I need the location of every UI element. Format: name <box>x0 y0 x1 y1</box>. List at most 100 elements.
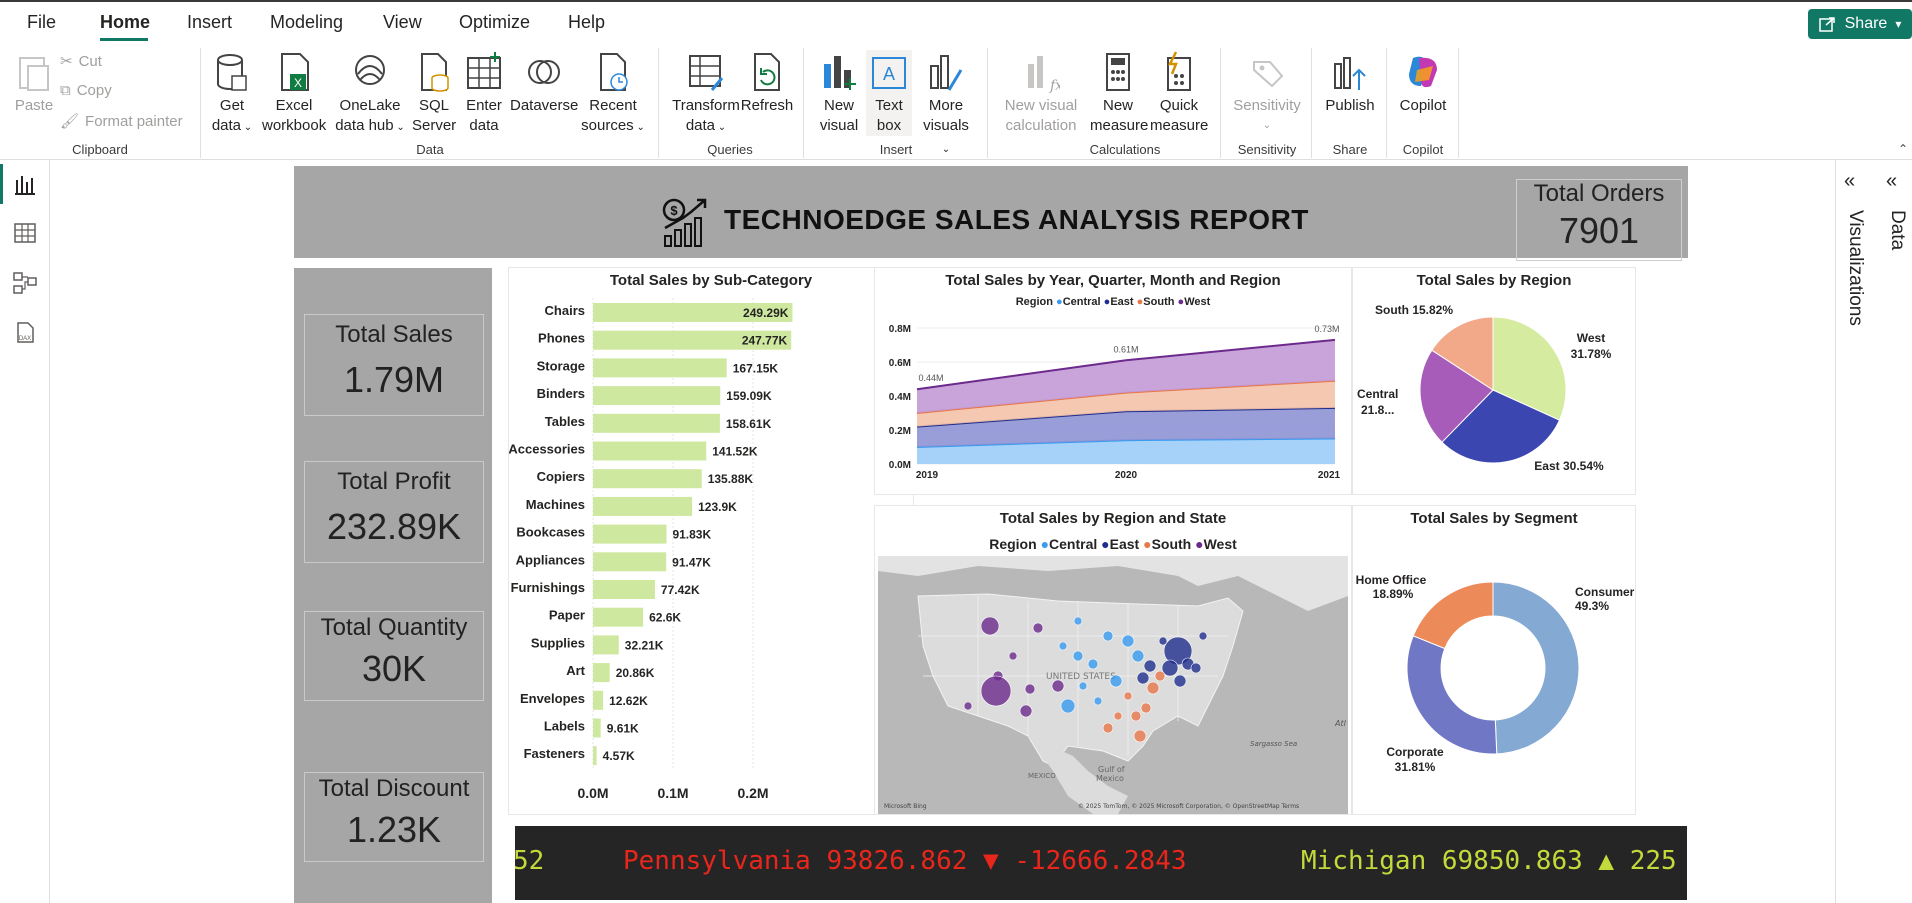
category-label: Supplies <box>531 635 585 650</box>
more-visuals-icon <box>930 55 963 91</box>
data-pane-tab[interactable]: Data <box>1886 210 1908 250</box>
x-tick-label: 2019 <box>916 470 939 481</box>
total-sales-card[interactable]: Total Sales 1.79M <box>304 314 484 416</box>
y-tick-label: 0.8M <box>889 324 911 335</box>
model-view-icon[interactable] <box>12 270 38 296</box>
cut-button[interactable]: ✂ Cut <box>60 52 102 70</box>
data-label: 91.47K <box>672 555 711 569</box>
transform-label-2: data ⌄ <box>685 117 727 134</box>
map-bubble <box>1146 681 1160 695</box>
new-measure-button[interactable]: New measure <box>1090 50 1148 136</box>
dataverse-button[interactable]: Dataverse <box>510 50 578 116</box>
menu-help[interactable]: Help <box>568 12 605 33</box>
excel-workbook-button[interactable]: X Excel workbook <box>262 50 326 136</box>
menu-optimize[interactable]: Optimize <box>459 12 530 33</box>
group-calculations: Calculations <box>1089 142 1161 157</box>
menu-view[interactable]: View <box>383 12 422 33</box>
new-visual-button[interactable]: New visual <box>814 50 864 136</box>
report-view-icon[interactable] <box>12 172 38 198</box>
bar <box>593 580 655 599</box>
menu-modeling[interactable]: Modeling <box>270 12 343 33</box>
kpi-band: Total Sales 1.79M Total Profit 232.89K T… <box>294 268 492 903</box>
group-copilot: Copilot <box>1402 142 1444 157</box>
total-profit-card[interactable]: Total Profit 232.89K <box>304 461 484 563</box>
share-dropdown-icon[interactable]: ▾ <box>1895 17 1901 31</box>
share-button[interactable]: Share ▾ <box>1808 9 1912 39</box>
map-attribution: © 2025 TomTom, © 2025 Microsoft Corporat… <box>1078 803 1299 810</box>
group-clipboard: Clipboard <box>72 142 128 157</box>
map-bubble <box>1032 622 1044 634</box>
sql-server-button[interactable]: SQL Server <box>412 50 456 136</box>
recent-sources-button[interactable]: Recent sources ⌄ <box>580 50 646 138</box>
donut-label-home-office: Home Office <box>1356 573 1427 587</box>
transform-label-1: Transform <box>672 97 740 114</box>
ribbon-separator <box>200 48 201 158</box>
map-bubble <box>1130 710 1142 722</box>
data-label: 167.15K <box>733 361 779 375</box>
copy-button[interactable]: ⧉ Copy <box>60 82 112 99</box>
copilot-label: Copilot <box>1399 97 1447 114</box>
data-label: 249.29K <box>743 306 789 320</box>
text-box-button[interactable]: A Text box <box>866 50 912 136</box>
legend-dot-east: ● <box>1101 536 1110 552</box>
visualizations-pane-tab[interactable]: Visualizations <box>1844 210 1866 326</box>
paste-button[interactable]: Paste <box>14 50 54 116</box>
menu-home[interactable]: Home <box>100 12 150 33</box>
sales-by-segment-visual[interactable]: Total Sales by Segment Consumer 49.3% Corp… <box>1353 506 1635 814</box>
enter-label-2: data <box>469 117 499 134</box>
svg-text:A: A <box>883 64 895 84</box>
ribbon-separator <box>1311 48 1312 158</box>
menu-insert[interactable]: Insert <box>187 12 232 33</box>
map-bubble <box>1173 674 1187 688</box>
nav-active-indicator <box>0 164 3 204</box>
menu-file[interactable]: File <box>27 12 56 33</box>
x-tick-label: 2020 <box>1115 470 1138 481</box>
sales-by-subcategory-visual[interactable]: Total Sales by Sub-Category 0.0M 0.1M 0.2M… <box>509 268 913 814</box>
refresh-label: Refresh <box>740 97 794 114</box>
total-quantity-card[interactable]: Total Quantity 30K <box>304 611 484 701</box>
total-orders-card[interactable]: Total Orders 7901 <box>1516 179 1682 261</box>
data-label: 9.61K <box>607 722 639 736</box>
map-bubble <box>1133 729 1147 743</box>
copilot-button[interactable]: Copilot <box>1394 50 1452 116</box>
table-view-icon[interactable] <box>12 220 38 246</box>
category-label: Paper <box>549 608 585 623</box>
left-nav: DAX <box>0 160 50 903</box>
bar <box>593 690 604 710</box>
category-label: Appliances <box>516 552 585 567</box>
map-svg[interactable]: UNITED STATES Gulf of Mexico MEXICO Sarg… <box>878 556 1348 814</box>
map-bubble <box>1136 671 1150 685</box>
sales-by-region-visual[interactable]: Total Sales by Region West 31.78% East 30.… <box>1353 268 1635 494</box>
more-visuals-button[interactable]: More visuals ⌄ <box>918 50 974 160</box>
share-label: Share <box>1844 15 1888 32</box>
sql-label-2: Server <box>412 117 457 134</box>
recent-label-1: Recent <box>589 97 637 114</box>
expand-visualizations-icon[interactable]: « <box>1844 170 1855 193</box>
enter-data-button[interactable]: Enter data <box>462 50 506 136</box>
total-orders-label: Total Orders <box>1533 180 1665 207</box>
sales-by-region-state-visual[interactable]: Total Sales by Region and State Region ●… <box>875 506 1351 814</box>
sql-label-1: SQL <box>418 97 449 114</box>
bar <box>593 413 720 433</box>
sales-by-time-visual[interactable]: Total Sales by Year, Quarter, Month and … <box>875 268 1351 494</box>
new-visual-calculation-button[interactable]: fx New visual calculation <box>996 50 1086 136</box>
dax-query-view-icon[interactable]: DAX <box>12 320 38 346</box>
map-bubble <box>1102 722 1114 734</box>
expand-data-icon[interactable]: « <box>1886 170 1897 193</box>
refresh-button[interactable]: Refresh <box>740 50 794 116</box>
collapse-ribbon-icon[interactable]: ⌃ <box>1898 142 1908 156</box>
publish-button[interactable]: Publish <box>1318 50 1382 116</box>
donut-slice-consumer <box>1492 581 1580 755</box>
sensitivity-button[interactable]: Sensitivity ⌄ <box>1228 50 1306 136</box>
get-data-button[interactable]: Get data ⌄ <box>208 50 256 138</box>
excel-label-2: workbook <box>262 117 327 134</box>
ticker-item: Pennsylvania 93826.862 ▼ -12666.2843 <box>623 846 1187 876</box>
onelake-button[interactable]: OneLake data hub ⌄ <box>334 50 406 138</box>
total-discount-card[interactable]: Total Discount 1.23K <box>304 772 484 862</box>
format-painter-button[interactable]: 🖌 Format painter <box>60 112 183 130</box>
donut-slice-home-office <box>1412 581 1494 650</box>
pie-chart: West 31.78% East 30.54% Central 21.8... South… <box>1357 303 1612 473</box>
quick-measure-button[interactable]: Quick measure <box>1150 50 1208 136</box>
data-label: 77.42K <box>661 583 700 597</box>
transform-data-button[interactable]: Transform data ⌄ <box>668 50 744 138</box>
